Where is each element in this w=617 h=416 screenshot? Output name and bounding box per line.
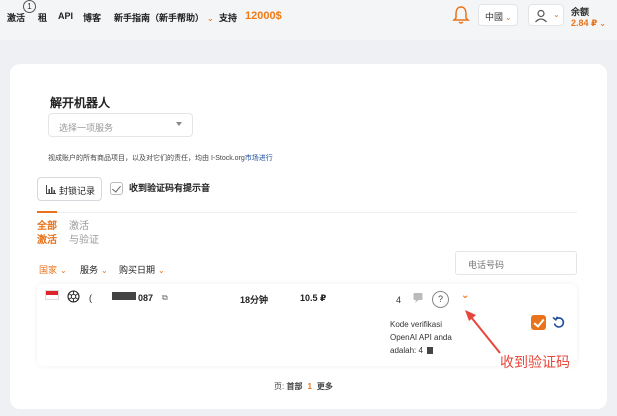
chevron-down-icon: ⌄ [599,19,606,28]
chevron-down-icon: ⌄ [158,266,165,275]
nav-activate[interactable]: 激活 [7,11,25,24]
redacted-phone-digits [112,292,136,300]
nav-api[interactable]: API [58,11,73,21]
activation-duration: 18分钟 [240,295,269,305]
service-select-placeholder: 选择一项服务 [59,123,114,133]
sound-alert-option[interactable]: 收到验证码有提示音 [110,181,211,196]
tab-verify-line1: 激活 [69,221,89,232]
tab-activation-verification[interactable]: 激活 与验证 [69,220,99,248]
pagination-current[interactable]: 1 [307,382,311,391]
nav-guide-label: 新手指南（新手帮助） [114,13,205,23]
chevron-down-icon[interactable]: ⌄ [461,290,469,301]
sms-code-message: Kode verifikasi OpenAI API anda adalah: … [390,318,465,357]
page-title: 解开机器人 [50,96,111,110]
lock-log-label: 封锁记录 [59,186,96,196]
responsibility-notice: 视成账户的所有商品项目，以及对它们的责任，均由 I-Stock.org市场进行 [48,153,273,163]
filter-date-label: 购买日期 [119,265,156,275]
sms-line-2: OpenAI API anda [390,333,452,342]
help-button[interactable]: ? [432,291,449,308]
tabs-divider [37,212,577,213]
copy-icon[interactable]: ⧉ [162,293,168,303]
language-label: 中國 [485,12,504,22]
nav-rent[interactable]: 租 [38,11,47,24]
refresh-icon[interactable] [552,315,566,329]
filter-service-label: 服务 [80,265,99,275]
messages-icon [413,293,423,303]
user-icon [535,9,547,23]
balance-amount: 2.84 ₽ [571,18,598,28]
balance-label: 余额 [571,7,590,17]
pagination: 页: 首部 1 更多 [274,381,333,392]
tab-all-activations[interactable]: 全部 激活 [37,220,57,248]
filter-purchase-date[interactable]: 购买日期 ⌄ [119,263,165,276]
phone-number-suffix: 087 [138,293,154,303]
top-navigation: 1 激活 租 API 博客 新手指南（新手帮助） ⌄ 支持 12000$ 中國 ⌄ … [0,0,617,40]
chevron-down-icon: ⌄ [505,13,512,22]
promo-balance[interactable]: 12000$ [245,10,282,22]
bell-icon[interactable] [452,5,470,25]
phone-number-prefix: ( [89,293,92,303]
tab-verify-line2: 与验证 [69,235,99,246]
chevron-down-icon: ⌄ [60,266,67,275]
balance-value[interactable]: 2.84 ₽ ⌄ [571,18,606,29]
nav-support[interactable]: 支持 [219,11,237,24]
filter-country[interactable]: 国家 ⌄ [39,263,67,276]
complete-checkbox[interactable] [531,315,546,330]
sound-alert-label: 收到验证码有提示音 [129,183,211,193]
service-select[interactable]: 选择一项服务 [48,113,193,137]
indonesia-flag-icon [45,290,59,300]
chevron-down-icon: ⌄ [101,266,108,275]
pagination-label: 页: [274,382,285,391]
pagination-first[interactable]: 首部 [286,382,302,391]
pagination-more[interactable]: 更多 [317,382,333,391]
notice-text: 视成账户的所有商品项目，以及对它们的责任，均由 I-Stock.org [48,155,245,162]
nav-guide[interactable]: 新手指南（新手帮助） ⌄ [114,11,214,24]
lock-log-button[interactable]: 封锁记录 [37,177,102,201]
redacted-code-digits [426,347,433,355]
active-tab-indicator [37,211,57,213]
bar-chart-icon [46,185,56,194]
caret-down-icon [176,122,182,126]
phone-number-search[interactable]: 电话号码 [455,251,577,275]
filter-service[interactable]: 服务 ⌄ [80,263,108,276]
language-select[interactable]: 中國 ⌄ [478,4,518,26]
sms-line-1: Kode verifikasi [390,320,443,329]
sound-alert-checkbox[interactable] [110,182,123,196]
marketplace-link[interactable]: 市场进行 [245,155,273,162]
nav-blog[interactable]: 博客 [83,11,101,24]
chevron-down-icon: ⌄ [207,14,214,23]
activation-price: 10.5 ₽ [300,293,327,303]
sms-line-3: adalah: 4 [390,346,423,355]
user-menu[interactable]: ⌄ [528,4,564,26]
tab-all-line2: 激活 [37,235,57,246]
message-count: 4 [396,295,402,305]
annotation-label: 收到验证码 [500,354,570,370]
sms-line-3-wrap: adalah: 4 [390,344,465,357]
openai-icon [67,290,80,303]
chevron-down-icon: ⌄ [553,10,560,19]
tab-all-line1: 全部 [37,221,57,232]
filter-country-label: 国家 [39,265,58,275]
